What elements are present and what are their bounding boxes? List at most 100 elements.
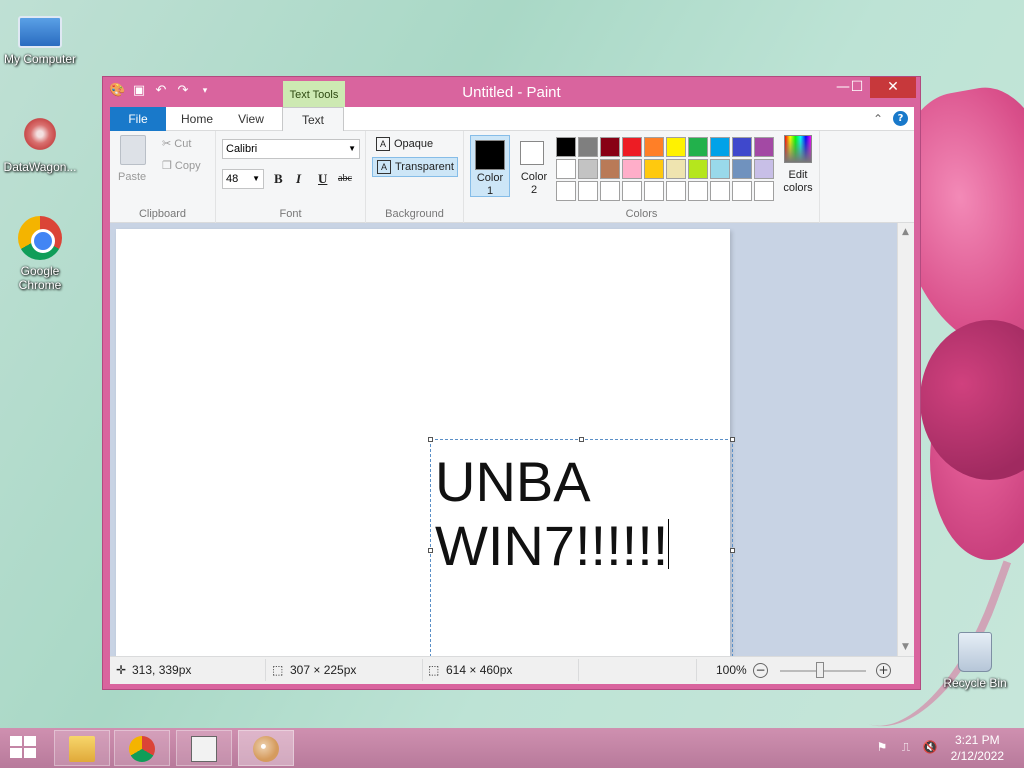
transparent-button[interactable]: A Transparent [372,157,458,177]
taskbar: ⚑ ⎍ 🔇 3:21 PM 2/12/2022 [0,728,1024,768]
minimize-ribbon-icon[interactable]: ⌃ [873,112,883,126]
paste-button[interactable]: Paste [118,171,146,183]
group-label: Font [279,208,302,220]
group-label: Clipboard [138,208,187,220]
clock[interactable]: 3:21 PM 2/12/2022 [951,732,1004,764]
color-swatch[interactable] [688,159,708,179]
color-swatch[interactable] [644,181,664,201]
scroll-down-icon[interactable]: ▼ [902,642,909,652]
color-swatch[interactable] [622,181,642,201]
color-swatch[interactable] [556,137,576,157]
color-swatch[interactable] [754,159,774,179]
scroll-up-icon[interactable]: ▲ [902,227,909,237]
desktop-icon-chrome[interactable]: Google Chrome [0,216,80,292]
taskbar-file-explorer[interactable] [54,730,110,766]
paste-icon[interactable] [120,135,146,165]
color1-label: Color 1 [476,172,504,197]
maximize-button[interactable]: ☐ [845,77,869,98]
copy-button[interactable]: ❐ Copy [162,159,201,172]
move-cursor-icon: ✛ [116,663,127,677]
strikethrough-button[interactable]: abc [338,173,352,184]
zoom-in-button[interactable]: + [876,663,891,678]
datawagon-icon [18,112,62,156]
image-size: 614 × 460px [446,663,513,677]
color-swatch[interactable] [710,137,730,157]
title-bar[interactable]: 🎨 ▣ ↶ ↷ ▾ Text Tools Untitled - Paint — … [103,77,920,107]
recycle-bin-icon [958,632,992,672]
transparent-label: Transparent [395,161,454,173]
color-swatch[interactable] [754,181,774,201]
color-swatch[interactable] [666,181,686,201]
tab-home[interactable]: Home [172,107,222,131]
selection-icon: ⬚ [272,663,284,677]
volume-muted-icon[interactable]: 🔇 [922,740,938,756]
resize-handle[interactable] [428,437,433,442]
color-swatch[interactable] [732,137,752,157]
color-swatch[interactable] [666,159,686,179]
edit-colors-label: Edit colors [783,169,813,194]
color-swatch[interactable] [556,159,576,179]
color-swatch[interactable] [688,137,708,157]
color-swatch[interactable] [732,159,752,179]
zoom-slider-thumb[interactable] [816,662,824,678]
text-box-content[interactable]: UNBA WIN7!!!!!! [435,450,670,578]
bold-button[interactable]: B [274,171,283,187]
help-icon[interactable]: ? [893,111,908,126]
drawing-canvas[interactable]: UNBA WIN7!!!!!! [116,229,735,662]
action-center-icon[interactable]: ⚑ [874,740,890,756]
text-box[interactable]: UNBA WIN7!!!!!! [428,437,735,662]
color-swatch[interactable] [622,137,642,157]
desktop-icon-recycle-bin[interactable]: Recycle Bin [935,632,1015,690]
tab-text[interactable]: Text [282,107,344,132]
resize-handle[interactable] [428,548,433,553]
color-swatch[interactable] [710,159,730,179]
windows-logo-icon [10,736,22,746]
close-button[interactable]: ✕ [870,77,916,98]
color-swatch[interactable] [710,181,730,201]
italic-button[interactable]: I [296,171,301,187]
zoom-out-button[interactable]: − [753,663,768,678]
color-swatch[interactable] [578,159,598,179]
color-swatch[interactable] [732,181,752,201]
color-swatch[interactable] [666,137,686,157]
chrome-icon [129,736,155,762]
edit-colors-button[interactable]: Edit colors [780,135,816,197]
windows-logo-icon [24,748,36,758]
network-icon[interactable]: ⎍ [898,740,914,756]
color1-button[interactable]: Color 1 [470,135,510,197]
tab-file[interactable]: File [110,107,166,131]
font-size-select[interactable]: 48 ▼ [222,169,264,189]
cut-button[interactable]: ✂ Cut [162,137,191,150]
color2-button[interactable]: Color 2 [516,135,552,197]
color-spectrum-icon [784,135,812,163]
color2-label: Color 2 [520,171,548,196]
resize-handle[interactable] [730,437,735,442]
desktop-icon-my-computer[interactable]: My Computer [0,10,80,66]
taskbar-chrome[interactable] [114,730,170,766]
color-swatch[interactable] [622,159,642,179]
color-swatch[interactable] [600,159,620,179]
underline-button[interactable]: U [318,171,327,187]
color-swatch[interactable] [600,181,620,201]
opaque-button[interactable]: A Opaque [372,135,458,155]
color-swatch[interactable] [578,181,598,201]
color-swatch[interactable] [600,137,620,157]
color-swatch[interactable] [688,181,708,201]
resize-handle[interactable] [730,548,735,553]
taskbar-paint[interactable] [238,730,294,766]
color-swatch[interactable] [644,159,664,179]
desktop-icon-datawagon[interactable]: DataWagon... [0,112,80,174]
folder-icon [69,736,95,762]
color-swatch[interactable] [644,137,664,157]
desktop-icon-label: DataWagon... [3,160,77,174]
background-group: A Opaque A Transparent Background [366,131,464,223]
tab-view[interactable]: View [228,107,274,131]
taskbar-notepad[interactable] [176,730,232,766]
resize-handle[interactable] [579,437,584,442]
color-swatch[interactable] [754,137,774,157]
color-swatch[interactable] [556,181,576,201]
color-swatch[interactable] [578,137,598,157]
vertical-scrollbar[interactable]: ▲ ▼ [897,223,914,656]
start-button[interactable] [10,736,38,760]
font-family-select[interactable]: Calibri ▼ [222,139,360,159]
